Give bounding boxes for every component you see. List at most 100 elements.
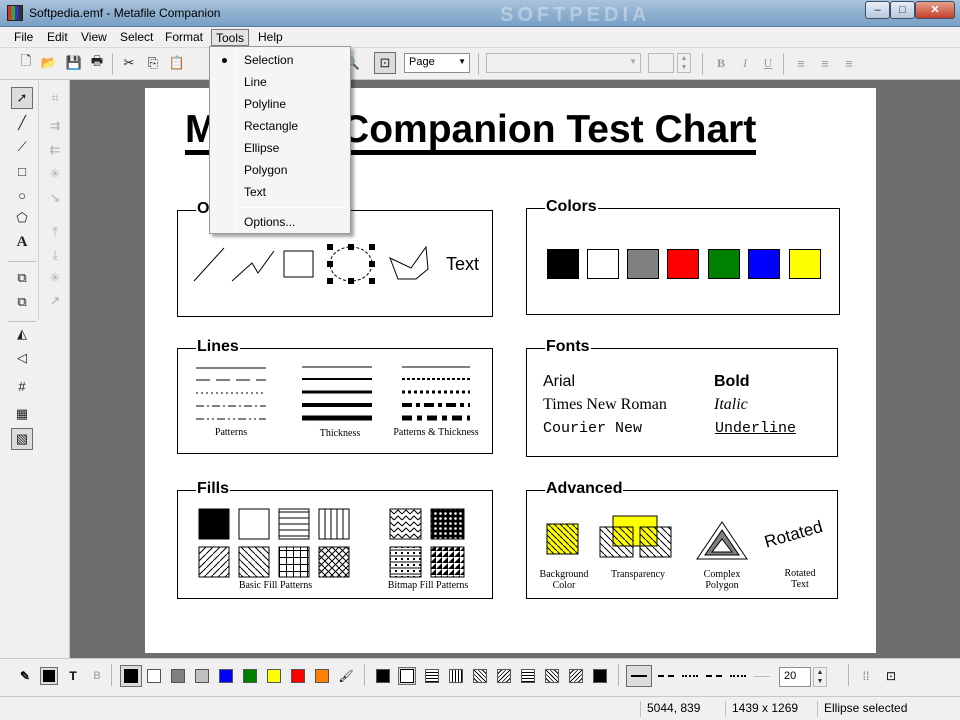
align-icon[interactable]: ⤓ <box>44 244 66 266</box>
selection-tool-icon[interactable]: ➚ <box>11 87 33 109</box>
fill-horizontal[interactable] <box>425 669 439 683</box>
close-button[interactable]: ✕ <box>915 1 955 19</box>
font-size-input[interactable] <box>648 53 674 73</box>
line-color-icon[interactable]: ✎ <box>16 667 34 685</box>
font-size-spinner[interactable]: ▲ ▼ <box>677 53 691 73</box>
open-folder-icon[interactable]: 📂 <box>41 55 57 71</box>
line-solid[interactable] <box>626 665 652 687</box>
ellipse-tool-icon[interactable]: ○ <box>11 184 33 206</box>
polygon-tool-icon[interactable]: ⬠ <box>11 207 33 229</box>
align-icon[interactable]: ↘ <box>44 187 66 209</box>
fill-diagonal-1[interactable] <box>473 669 487 683</box>
fill-diagonal-2[interactable] <box>497 669 511 683</box>
menu-item-selection[interactable]: Selection <box>244 53 293 67</box>
rectangle-tool-icon[interactable]: □ <box>11 160 33 182</box>
menu-edit[interactable]: Edit <box>43 29 72 46</box>
menu-format[interactable]: Format <box>161 29 207 46</box>
color-swatch-orange[interactable] <box>315 669 329 683</box>
fill-grid[interactable] <box>521 669 535 683</box>
menu-item-ellipse[interactable]: Ellipse <box>244 141 279 155</box>
menu-item-rectangle[interactable]: Rectangle <box>244 119 298 133</box>
zoom-page-icon[interactable]: ⊡ <box>374 52 396 74</box>
grid-icon[interactable]: # <box>11 375 33 397</box>
flip-horizontal-icon[interactable]: ◭ <box>11 323 33 345</box>
fill-color-icon[interactable] <box>40 667 58 685</box>
line-tool-icon[interactable]: ╱ <box>11 112 33 134</box>
minimize-button[interactable]: – <box>865 1 890 19</box>
cut-icon[interactable]: ✂ <box>121 55 137 71</box>
align-icon[interactable]: ⇉ <box>44 115 66 137</box>
lines-group[interactable]: Lines Patterns Thickness Patterns & Thic… <box>177 338 493 454</box>
menu-select[interactable]: Select <box>116 29 157 46</box>
flip-vertical-icon[interactable]: ◁ <box>11 347 33 369</box>
colors-group[interactable]: Colors <box>526 198 840 315</box>
polyline-tool-icon[interactable]: ⟋ <box>11 136 33 158</box>
fill-bitmap-2[interactable] <box>593 669 607 683</box>
text-tool-icon[interactable]: A <box>11 231 33 253</box>
pattern-select-icon[interactable]: ▧ <box>11 428 33 450</box>
color-swatch-gray[interactable] <box>171 669 185 683</box>
color-swatch-silver[interactable] <box>195 669 209 683</box>
radio-dot-icon <box>222 58 227 63</box>
print-icon[interactable]: 🖶 <box>89 53 105 71</box>
new-file-icon[interactable]: 🗋 <box>18 53 34 71</box>
copy-icon[interactable]: ⎘ <box>145 55 161 71</box>
line-null[interactable] <box>752 667 772 685</box>
color-swatch-black[interactable] <box>120 665 142 687</box>
snap-grid-icon[interactable]: ⊡ <box>882 667 900 685</box>
menu-item-polyline[interactable]: Polyline <box>244 97 286 111</box>
align-icon[interactable]: ⤒ <box>44 221 66 243</box>
align-icon[interactable]: ✳ <box>44 163 66 185</box>
menu-tools[interactable]: Tools <box>211 29 250 46</box>
fonts-group[interactable]: Fonts Arial Times New Roman Courier New … <box>526 338 838 457</box>
bg-color-icon[interactable]: B <box>88 667 106 685</box>
grid-dots-icon[interactable]: ⁞⁞ <box>857 667 875 685</box>
menu-file[interactable]: File <box>10 29 37 46</box>
align-icon[interactable]: ↗ <box>44 290 66 312</box>
menu-item-options[interactable]: Options... <box>244 215 295 229</box>
text-color-icon[interactable]: T <box>64 667 82 685</box>
color-swatch-blue[interactable] <box>219 669 233 683</box>
fill-crosshatch[interactable] <box>545 669 559 683</box>
zoom-combo[interactable]: Page ▼ <box>404 53 470 73</box>
bold-button[interactable]: B <box>713 56 729 71</box>
caption-rotated: Rotated <box>784 568 816 579</box>
color-swatch-red[interactable] <box>291 669 305 683</box>
fill-vertical[interactable] <box>449 669 463 683</box>
underline-button[interactable]: U <box>760 56 776 71</box>
menu-help[interactable]: Help <box>254 29 287 46</box>
align-right-icon[interactable]: ≡ <box>841 55 857 71</box>
line-width-spinner[interactable]: ▲ ▼ <box>813 667 827 687</box>
color-swatch-white[interactable] <box>147 669 161 683</box>
fill-hollow[interactable] <box>398 667 416 685</box>
line-dash[interactable] <box>656 667 676 685</box>
line-dashdotdot[interactable] <box>728 667 748 685</box>
menu-item-line[interactable]: Line <box>244 75 267 89</box>
advanced-group[interactable]: Advanced Background Color Transparency Co… <box>526 480 838 599</box>
italic-button[interactable]: I <box>737 56 753 71</box>
send-back-icon[interactable]: ⧉ <box>11 291 33 313</box>
fill-bitmap-1[interactable] <box>569 669 583 683</box>
bring-front-icon[interactable]: ⧉ <box>11 267 33 289</box>
fills-group[interactable]: Fills Basic Fill Patterns Bitmap Fill Pa… <box>177 480 493 599</box>
menu-item-polygon[interactable]: Polygon <box>244 163 287 177</box>
color-swatch-green[interactable] <box>243 669 257 683</box>
align-left-icon[interactable]: ≡ <box>793 55 809 71</box>
line-dot[interactable] <box>680 667 700 685</box>
align-icon[interactable]: ⇇ <box>44 139 66 161</box>
font-combo[interactable]: ▼ <box>486 53 641 73</box>
color-picker-icon[interactable]: 🖌 <box>337 667 355 685</box>
save-icon[interactable]: 💾 <box>66 55 82 71</box>
menu-item-text[interactable]: Text <box>244 185 266 199</box>
maximize-button[interactable]: □ <box>890 1 915 19</box>
menu-view[interactable]: View <box>77 29 111 46</box>
fill-solid-black[interactable] <box>376 669 390 683</box>
align-center-icon[interactable]: ≡ <box>817 55 833 71</box>
pattern-icon[interactable]: ▦ <box>11 403 33 425</box>
align-icon[interactable]: ✳ <box>44 267 66 289</box>
node-edit-icon[interactable]: ⌗ <box>44 87 66 109</box>
color-swatch-yellow[interactable] <box>267 669 281 683</box>
paste-icon[interactable]: 📋 <box>169 55 185 71</box>
line-width-input[interactable]: 20 <box>779 667 811 687</box>
line-dashdot[interactable] <box>704 667 724 685</box>
